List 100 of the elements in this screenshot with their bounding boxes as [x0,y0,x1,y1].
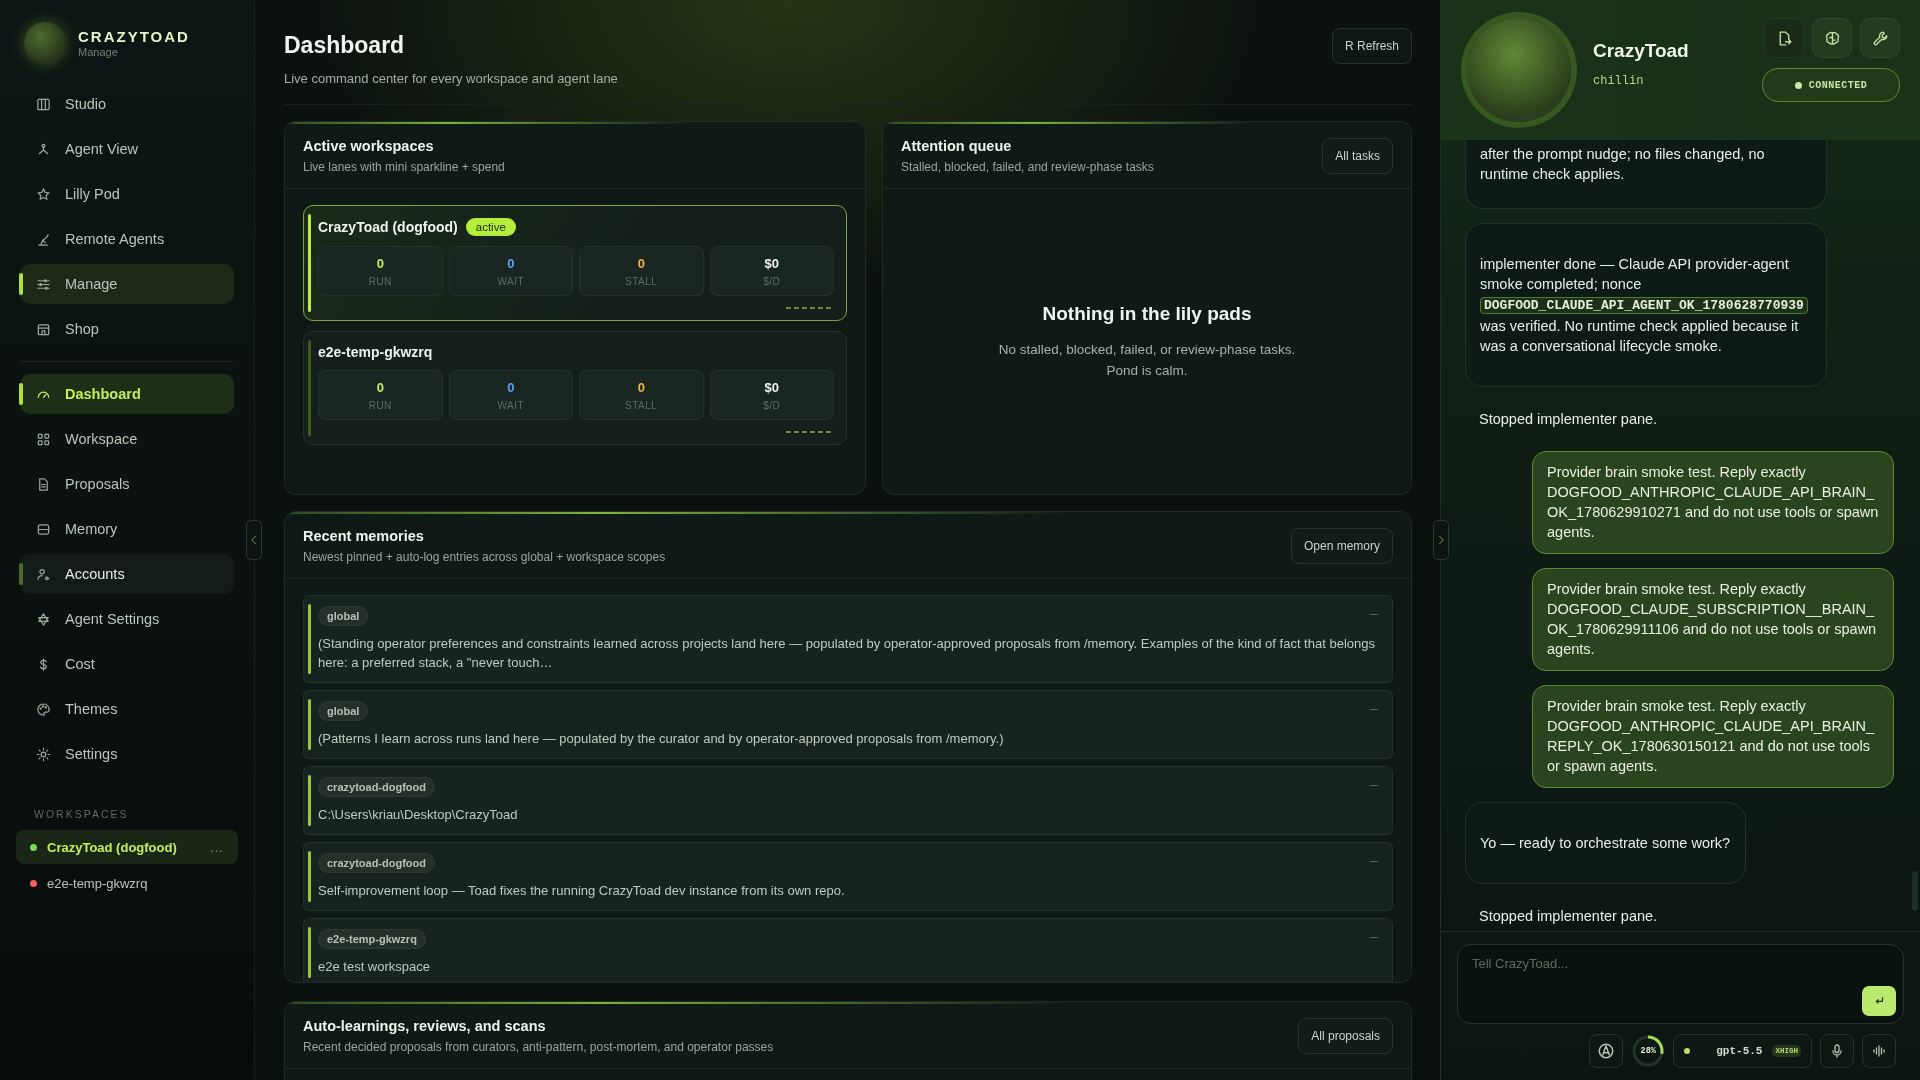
stat-label: $/D [763,399,781,411]
card-button[interactable]: All proposals [1298,1018,1393,1054]
sliders-icon [36,276,51,292]
project-entry[interactable]: e2e-temp-gkwzrq [16,866,238,900]
nav-item[interactable]: Memory [20,509,234,549]
brain-icon [1823,29,1841,47]
collapse-handle[interactable] [246,520,262,560]
document-arrow-button[interactable] [1764,18,1804,58]
scope-tag: global [318,606,369,626]
memory-entry[interactable] [303,595,1393,683]
stat-label: $/D [763,275,781,287]
card-subtitle: Stalled, blocked, failed, and review-phase tasks [901,160,1154,174]
nav-item[interactable]: Themes [20,689,234,729]
nav-item[interactable]: Studio [20,84,234,124]
empty-message: Pond is calm. [1106,361,1188,380]
network-icon [36,141,51,157]
card-subtitle: Recent decided proposals from curators, anti-pattern, post-mortem, and operator passes [303,1040,774,1054]
scope-tag: global [318,701,369,721]
message-input[interactable]: Tell CrazyToad... [1457,944,1904,1024]
stat-value: 0 [376,379,384,395]
user-message: Provider brain smoke test. Reply exactly DOGFOOD_ANTHROPIC_CLAUDE_API_BRAIN_REPLY_OK_1780630150121 and do not use tools or spawn agents. [1532,685,1894,788]
context-usage-meter: 28% [1631,1034,1666,1068]
user-message: Provider brain smoke test. Reply exactly DOGFOOD_CLAUDE_SUBSCRIPTION__BRAIN_OK_1780629911106 and do not use tools or spawn agents. [1532,568,1894,671]
refresh-button[interactable]: R Refresh [1331,28,1412,64]
nav-item[interactable]: Agent Settings [20,599,234,639]
microphone-icon [1829,1043,1845,1059]
agent-message: implementer done — Claude API provider-agent smoke completed; nonce DOGFOOD_CLAUDE_API_AGENT_OK_1780628770939 was verified. No runtime check applied because it was a conversational lifecycle smoke. [1465,223,1827,387]
card-button[interactable]: All tasks [1322,138,1393,174]
empty-message: No stalled, blocked, failed, or review-phase tasks. [998,340,1296,359]
page-subtitle: Live command center for every workspace and agent lane [284,71,618,86]
stat-label: WAIT [497,275,525,287]
document-icon [36,476,51,492]
stat-label: RUN [368,399,392,411]
user-message: Provider brain smoke test. Reply exactly DOGFOOD_ANTHROPIC_CLAUDE_API_BRAIN_OK_1780629910271 and do not use tools or spawn agents. [1532,451,1894,554]
avatar [24,22,66,64]
agent-status: chillin [1593,73,1645,88]
memory-text: e2e test workspace [318,959,431,974]
card-title: Recent memories [303,528,425,544]
compass-icon [1597,1042,1616,1060]
system-note: Stopped implementer pane. [1478,907,1659,926]
status-badge: active [465,218,516,236]
scope-tag: crazytoad-dogfood [318,853,435,873]
workspace-name: CrazyToad (dogfood) [47,839,178,855]
star-icon [36,186,51,202]
nav-item[interactable]: Agent View [20,129,234,169]
more-menu[interactable]: … [210,839,224,855]
brand-name: CRAZYTOAD [78,28,190,45]
workspace-lane[interactable]: e2e-temp-gkwzrq 0 RUN 0 WAIT 0 STALL $0 $/D [303,331,847,445]
wrench-button[interactable] [1860,18,1900,58]
nav-item[interactable]: Accounts [20,554,234,594]
voice-button[interactable] [1862,1034,1896,1068]
card-subtitle: Newest pinned + auto-log entries across global + workspace scopes [303,550,666,564]
store-icon [36,321,51,337]
nav-item[interactable]: Dashboard [20,374,234,414]
nav-item[interactable]: Shop [20,309,234,349]
card-title: Active workspaces [303,138,435,154]
waveform-icon [1871,1043,1887,1059]
project-entry[interactable]: CrazyToad (dogfood) … [16,830,238,864]
card-button[interactable]: Open memory [1290,528,1393,564]
agent-message: Yo — ready to orchestrate some work? [1465,802,1747,884]
hexagram-icon [36,611,51,627]
stat-value: 0 [637,255,645,271]
brand-subtitle: Manage [78,46,119,58]
microphone-button[interactable] [1820,1034,1854,1068]
empty-title: Nothing in the lily pads [1042,302,1252,325]
nav-item[interactable]: Manage [20,264,234,304]
wrench-icon [1871,29,1889,47]
stat-value: $0 [764,255,779,271]
agent-mode-button[interactable] [1589,1034,1624,1068]
lane-name: CrazyToad (dogfood) [318,219,458,235]
memory-entry[interactable]: crazytoad-dogfood C:\Users\kriau\Desktop\CrazyToad [303,766,1393,835]
system-note: Stopped implementer pane. [1478,410,1659,429]
memory-entry[interactable]: global (Patterns I learn across runs land here — populated by the curator and by operator-approved proposals from /memory.) [303,690,1393,759]
memory-text: Self-improvement loop — Toad fixes the running CrazyToad dev instance from its own repo. [318,883,846,898]
nav-item[interactable]: Proposals [20,464,234,504]
nav-item[interactable]: Settings [20,734,234,774]
send-button[interactable] [1862,986,1896,1016]
stat-value: 0 [507,379,515,395]
section-heading: WORKSPACES [33,807,130,822]
memory-entry[interactable]: e2e-temp-gkwzrq e2e test workspace [303,918,1393,982]
memory-text: C:\Users\kriau\Desktop\CrazyToad [318,807,519,822]
connection-status: CONNECTED [1762,68,1900,102]
collapse-handle[interactable] [1433,520,1449,560]
sparkline [786,306,834,310]
nav-item[interactable]: Remote Agents [20,219,234,259]
scope-tag: crazytoad-dogfood [318,777,435,797]
stat-value: $0 [764,379,779,395]
card-title: Attention queue [901,138,1013,154]
memory-entry[interactable]: crazytoad-dogfood Self-improvement loop — Toad fixes the running CrazyToad dev instance from its own repo. [303,842,1393,911]
stat-label: RUN [368,275,392,287]
card-subtitle: Live lanes with mini sparkline + spend [303,160,505,174]
database-icon [36,521,51,537]
stat-value: 0 [376,255,384,271]
lane-name: e2e-temp-gkwzrq [318,344,433,360]
workspace-lane[interactable]: CrazyToad (dogfood) active 0 RUN 0 WAIT 0 STALL $0 $/D [303,205,847,321]
nav-item[interactable]: Cost [20,644,234,684]
brain-button[interactable] [1812,18,1852,58]
nav-item[interactable]: Lilly Pod [20,174,234,214]
nav-item[interactable]: Workspace [20,419,234,459]
grid-icon [36,431,51,447]
